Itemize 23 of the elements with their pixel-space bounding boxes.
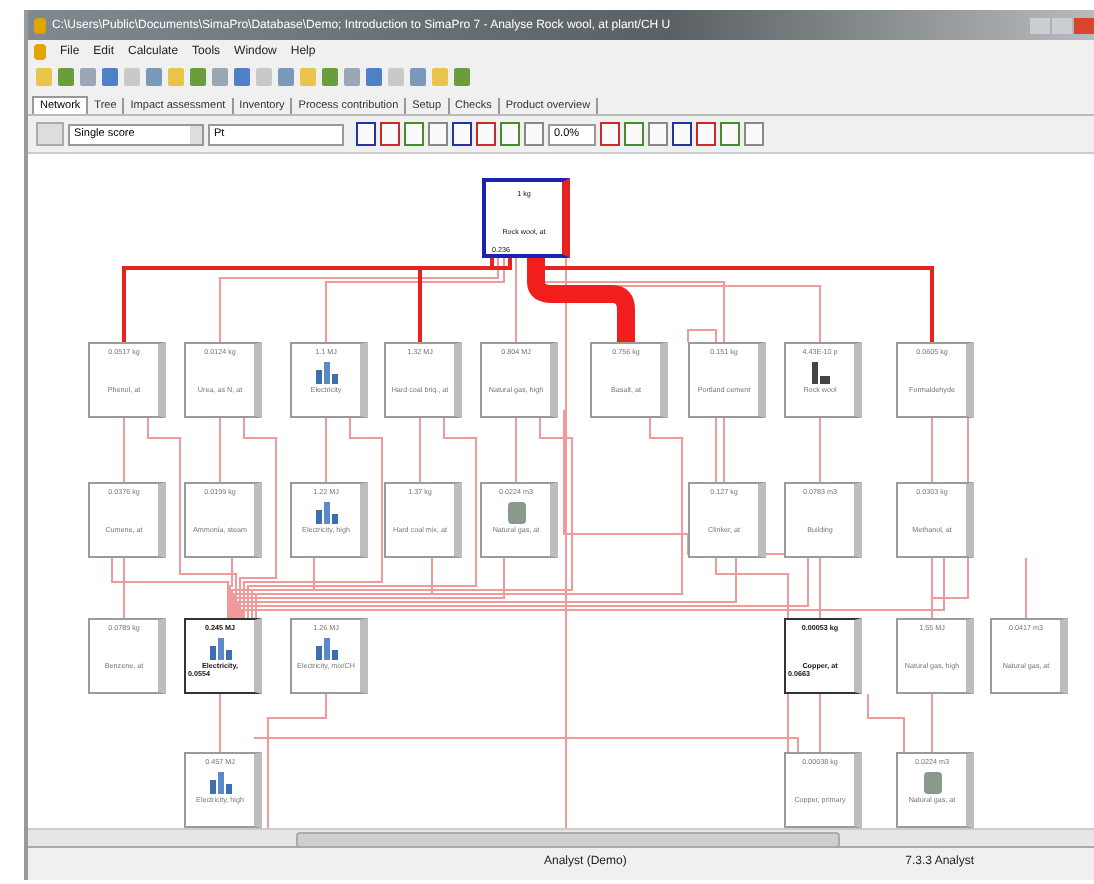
factory-icon xyxy=(209,770,231,794)
toolbar-icon[interactable] xyxy=(380,122,400,146)
toolbar-icon[interactable] xyxy=(452,122,472,146)
window-controls-icon[interactable] xyxy=(1030,17,1094,33)
factory-icon xyxy=(315,636,337,660)
toolbar-icon[interactable] xyxy=(356,122,376,146)
connector-line xyxy=(515,253,517,343)
connector-line xyxy=(931,693,933,753)
horizontal-scrollbar[interactable] xyxy=(28,828,1094,846)
toolbar-icon[interactable] xyxy=(696,122,716,146)
connector-line xyxy=(219,693,221,753)
toolbar-icon[interactable] xyxy=(476,122,496,146)
factory-icon xyxy=(315,500,337,524)
connector-line xyxy=(819,693,821,753)
connector-line xyxy=(1025,557,1027,619)
tank-icon xyxy=(507,500,525,524)
toolbar-icon[interactable] xyxy=(600,122,620,146)
factory-icon xyxy=(209,636,231,660)
factory-icon xyxy=(315,360,337,384)
connector-line xyxy=(123,417,125,483)
toolbar-icon[interactable] xyxy=(672,122,692,146)
tower-icon xyxy=(811,360,829,384)
tank-icon xyxy=(923,770,941,794)
